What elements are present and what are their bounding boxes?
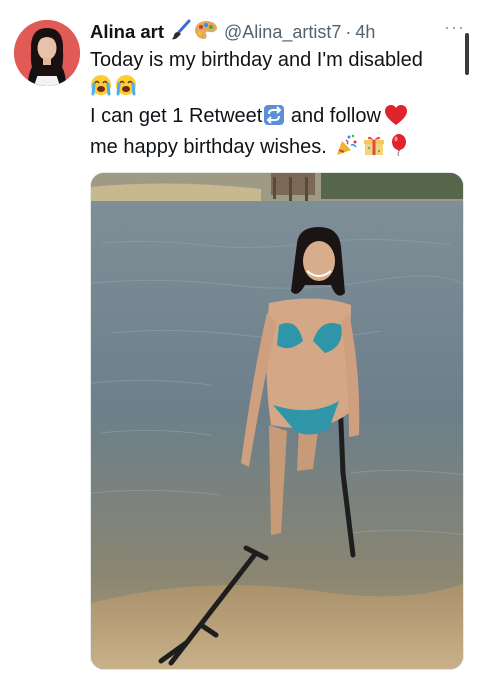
avatar-image <box>14 20 80 86</box>
tweet-line-3a: I can get 1 Retweet <box>90 105 263 127</box>
paintbrush-icon <box>170 19 192 46</box>
loudly-crying-face-icon <box>115 74 137 103</box>
tweet-header: Alina art @Alina_artist7 · 4h ··· <box>90 17 465 46</box>
tweet-text: Today is my birthday and I'm disabled I … <box>90 47 468 164</box>
wrapped-gift-icon <box>362 133 386 164</box>
tweet-line-3b: and follow <box>285 105 381 127</box>
balloon-icon <box>389 133 409 164</box>
display-name[interactable]: Alina art <box>90 21 164 43</box>
tweet-line-3: I can get 1 Retweet and follow <box>90 103 468 133</box>
red-heart-icon <box>384 104 408 133</box>
party-popper-icon <box>335 133 359 164</box>
tweet-card[interactable]: Alina art @Alina_artist7 · 4h ··· Today … <box>0 0 479 680</box>
timestamp[interactable]: 4h <box>355 22 375 43</box>
separator-dot: · <box>345 21 352 42</box>
tweet-line-4a: me happy birthday wishes. <box>90 136 327 158</box>
palette-icon <box>194 19 218 46</box>
beach-photo <box>91 173 463 669</box>
loudly-crying-face-icon <box>90 74 112 103</box>
more-options-icon[interactable]: ··· <box>444 17 465 38</box>
tweet-line-4: me happy birthday wishes. <box>90 133 468 164</box>
user-handle[interactable]: @Alina_artist7 <box>224 22 341 43</box>
tweet-media-photo[interactable] <box>90 172 464 670</box>
repeat-button-icon <box>263 104 285 133</box>
name-emoji-group <box>170 19 218 46</box>
tweet-line-2 <box>90 73 468 103</box>
tweet-line-1: Today is my birthday and I'm disabled <box>90 49 423 71</box>
avatar[interactable] <box>14 20 80 86</box>
